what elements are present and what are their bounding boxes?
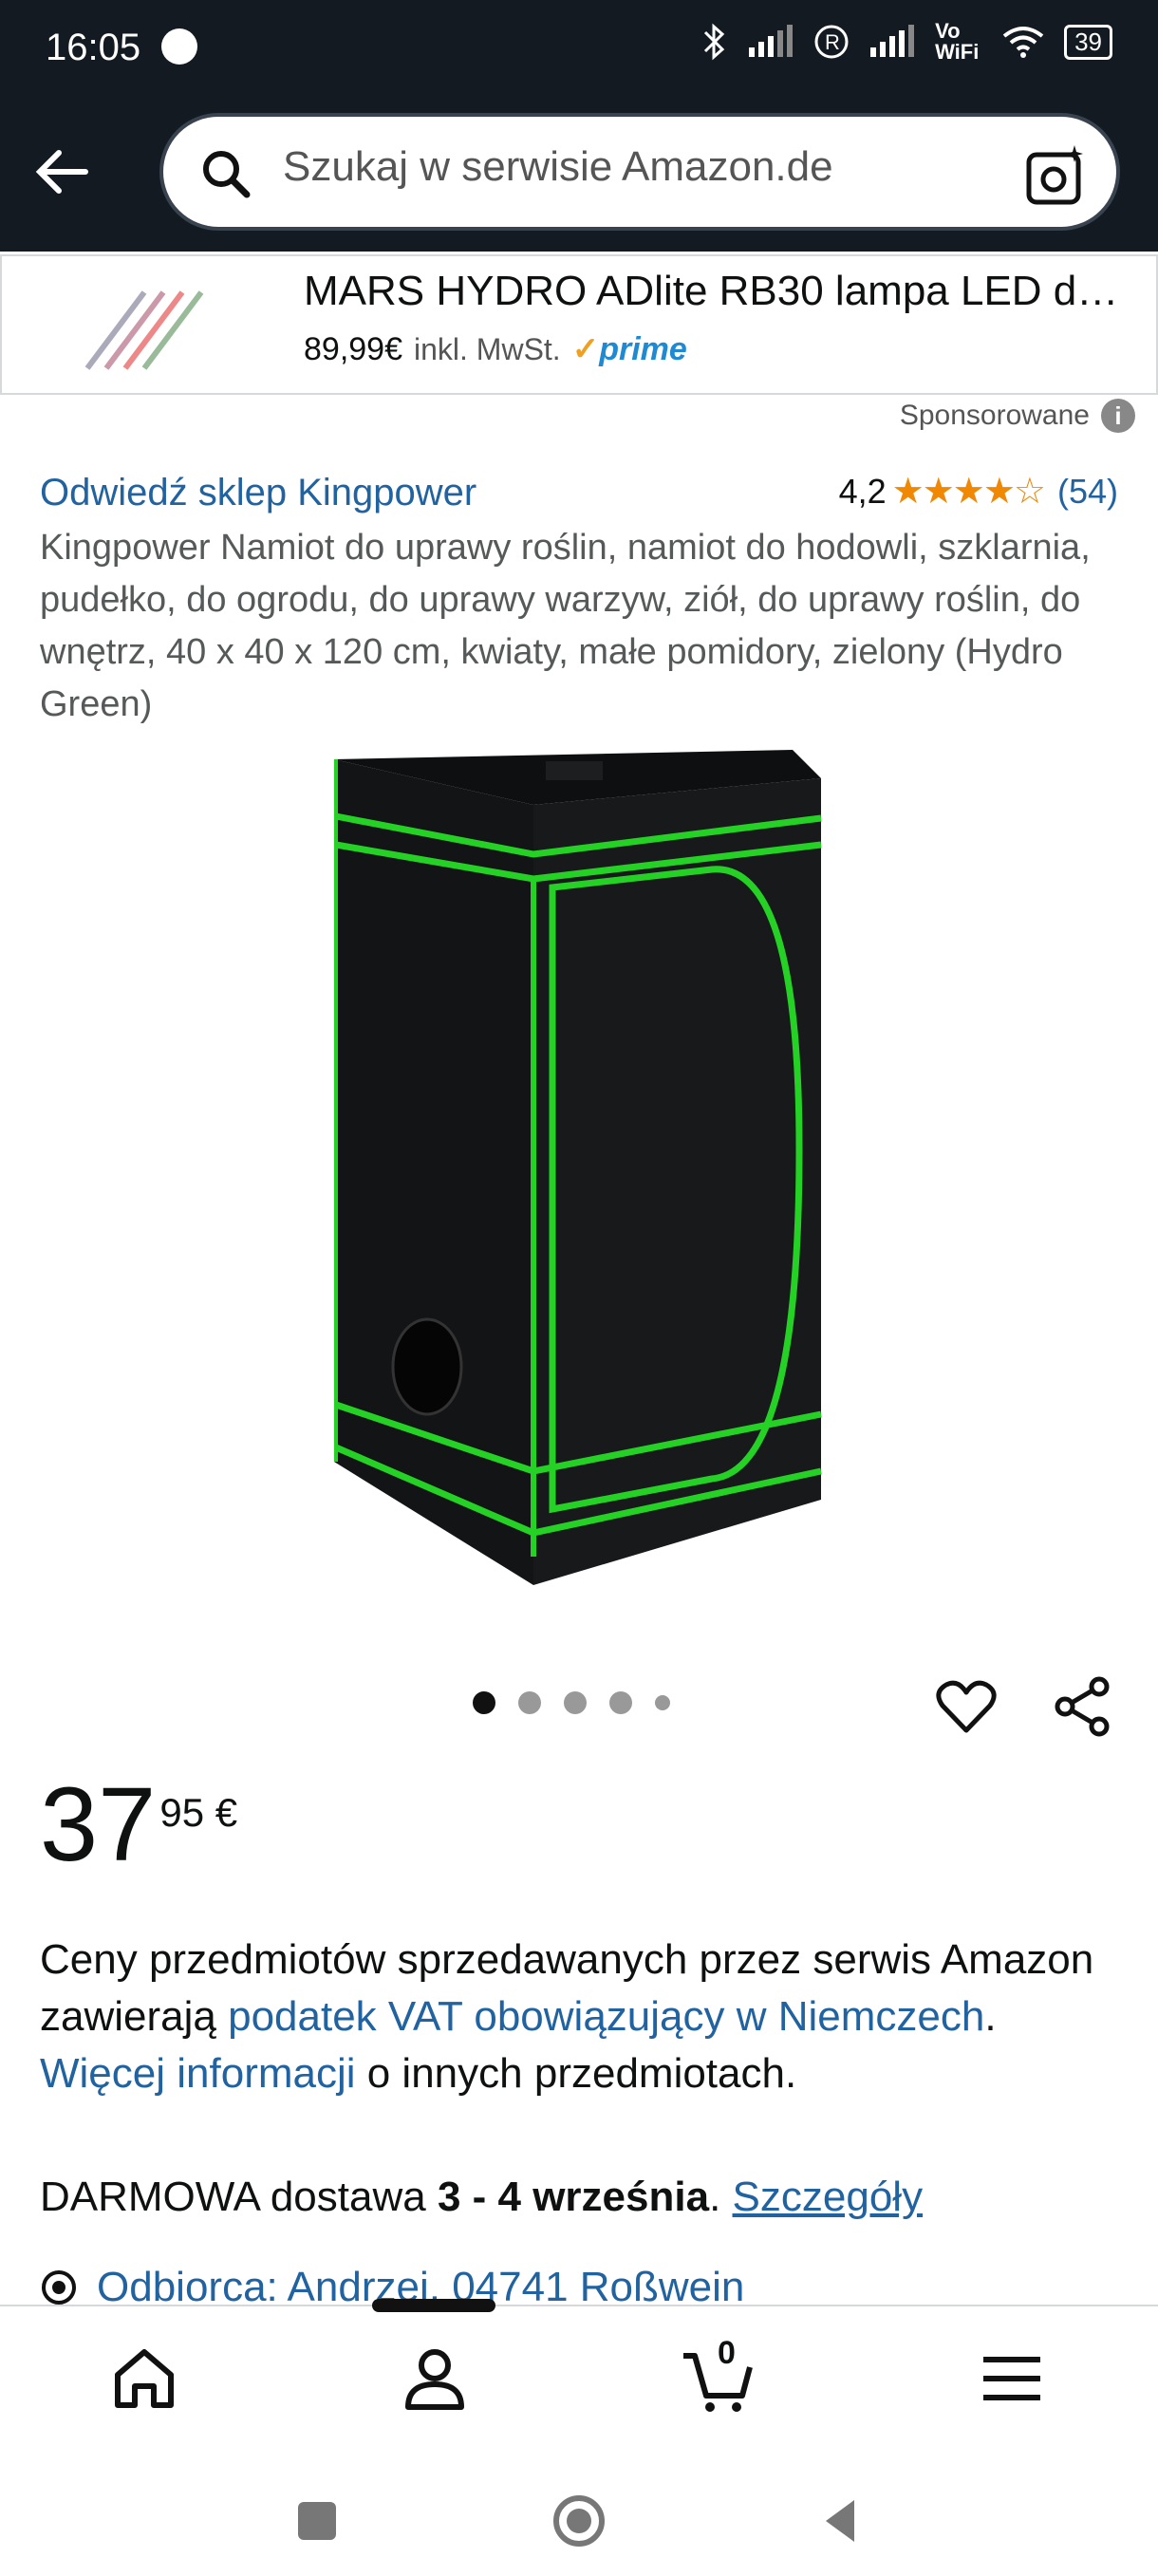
ad-price: 89,99€	[304, 331, 402, 367]
sponsored-label: Sponsorowane i	[900, 399, 1135, 433]
gallery-dot[interactable]	[609, 1691, 632, 1714]
prime-label: prime	[599, 331, 687, 367]
ad-title: MARS HYDRO ADlite RB30 lampa LED do…	[304, 268, 1139, 314]
cart-button[interactable]: 0	[680, 2335, 756, 2417]
vowifi-label: Vo WiFi	[935, 19, 980, 64]
store-link[interactable]: Odwiedź sklep Kingpower	[40, 472, 476, 514]
status-bar: 16:05 R Vo WiFi 39	[0, 0, 1158, 100]
roaming-icon: R	[814, 25, 849, 59]
vat-text-2: .	[984, 1993, 997, 2040]
rating[interactable]: 4,2 ★★★★☆ (54)	[839, 470, 1118, 513]
vat-link[interactable]: podatek VAT obowiązujący w Niemczech	[228, 1993, 984, 2040]
gallery-dot[interactable]	[518, 1691, 541, 1714]
bottom-nav: 0	[0, 2299, 1158, 2576]
gallery-dot[interactable]	[564, 1691, 587, 1714]
search-placeholder: Szukaj w serwisie Amazon.de	[283, 143, 833, 190]
signal-icon-2	[870, 25, 915, 57]
price: 37 95 €	[40, 1773, 237, 1877]
status-icons: R Vo WiFi 39	[700, 21, 1112, 63]
prime-check-icon: ✓	[571, 331, 600, 367]
camera-search-icon[interactable]	[1023, 143, 1088, 208]
share-icon[interactable]	[1052, 1675, 1114, 1738]
signal-icon	[749, 25, 794, 57]
sponsored-ad-banner[interactable]: MARS HYDRO ADlite RB30 lampa LED do… 89,…	[0, 254, 1158, 395]
delivery-suffix: .	[709, 2174, 733, 2220]
back-system-icon[interactable]	[812, 2492, 869, 2549]
product-title: Kingpower Namiot do uprawy roślin, namio…	[40, 528, 1091, 724]
rating-value: 4,2	[838, 471, 887, 511]
gallery-dot[interactable]	[655, 1695, 670, 1710]
back-arrow-icon[interactable]	[28, 138, 97, 206]
wifi-icon	[1002, 27, 1044, 58]
gallery-dots	[473, 1691, 670, 1714]
home-icon[interactable]	[106, 2341, 182, 2417]
rating-count: (54)	[1056, 471, 1118, 511]
delivery-details-link[interactable]: Szczegóły	[733, 2174, 924, 2220]
ad-vat: inkl. MwSt.	[414, 332, 561, 366]
vat-text-3: o innych przedmiotach.	[355, 2050, 797, 2097]
search-input[interactable]: Szukaj w serwisie Amazon.de	[159, 113, 1120, 231]
ad-product-image	[84, 290, 204, 370]
price-fraction: 95 €	[159, 1790, 238, 1835]
delivery-prefix: DARMOWA dostawa	[40, 2174, 438, 2220]
cart-count: 0	[718, 2335, 736, 2371]
product-image[interactable]	[313, 750, 845, 1585]
gallery-dot[interactable]	[473, 1691, 495, 1714]
messenger-icon	[161, 28, 197, 65]
header: Szukaj w serwisie Amazon.de	[0, 100, 1158, 252]
svg-text:R: R	[825, 30, 840, 54]
delivery-dates: 3 - 4 września	[437, 2174, 710, 2220]
info-icon[interactable]: i	[1101, 399, 1135, 433]
location-icon	[42, 2270, 76, 2305]
more-info-link[interactable]: Więcej informacji	[40, 2050, 356, 2097]
vat-info: Ceny przedmiotów sprzedawanych przez ser…	[40, 1932, 1122, 2102]
bluetooth-icon	[704, 23, 725, 61]
status-time: 16:05	[46, 27, 141, 68]
recent-apps-icon[interactable]	[289, 2492, 346, 2549]
menu-icon[interactable]	[974, 2341, 1050, 2417]
sponsored-text: Sponsorowane	[899, 400, 1090, 431]
battery-level: 39	[1074, 27, 1102, 56]
account-icon[interactable]	[397, 2341, 473, 2417]
prime-badge: ✓prime	[572, 330, 687, 368]
battery-icon: 39	[1064, 24, 1112, 60]
ad-price-row: 89,99€ inkl. MwSt. ✓prime	[304, 330, 687, 368]
search-icon	[203, 151, 251, 198]
delivery-info: DARMOWA dostawa 3 - 4 września. Szczegół…	[40, 2174, 923, 2221]
star-rating-icon: ★★★★☆	[891, 472, 1046, 512]
home-system-icon[interactable]	[551, 2492, 607, 2549]
price-whole: 37	[40, 1766, 157, 1883]
heart-icon[interactable]	[935, 1675, 998, 1738]
nav-indicator	[372, 2299, 495, 2312]
